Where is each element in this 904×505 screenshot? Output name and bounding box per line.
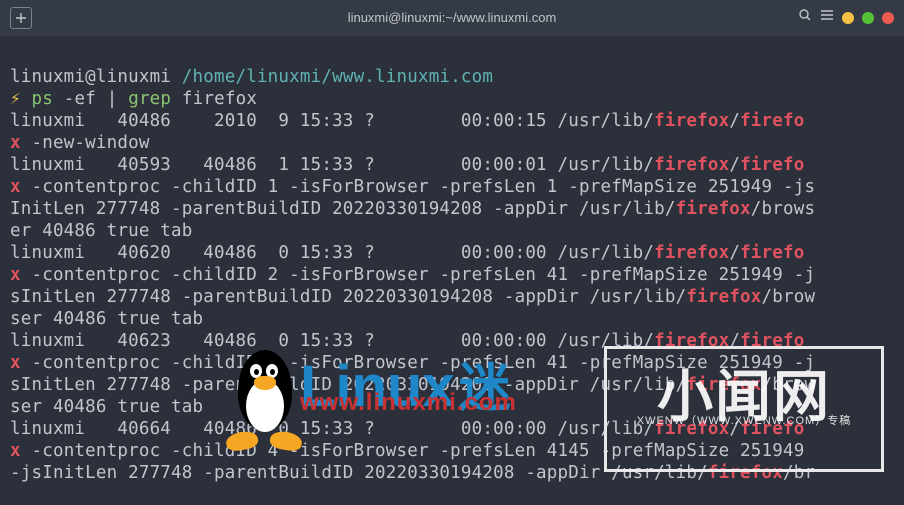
- match-firefox: firefox: [654, 243, 729, 263]
- output-line: linuxmi 40623 40486 0 15:33 ? 00:00:00 /…: [10, 331, 654, 351]
- match-x: x: [10, 177, 21, 197]
- match-firefox: firefo: [740, 331, 804, 351]
- match-firefox: firefox: [654, 419, 729, 439]
- output-line: ser 40486 true tab: [10, 397, 203, 417]
- output-line: -jsInitLen 277748 -parentBuildID 2022033…: [10, 463, 708, 483]
- match-x: x: [10, 353, 21, 373]
- output-line: -contentproc -childID 1 -isForBrowser -p…: [21, 177, 815, 197]
- output-line: -contentproc -childID 2 -isForBrowser -p…: [21, 265, 815, 285]
- match-firefox: firefox: [708, 463, 783, 483]
- output-line: sInitLen 277748 -parentBuildID 202203301…: [10, 287, 686, 307]
- output-line: -new-window: [21, 133, 150, 153]
- output-line: linuxmi 40620 40486 0 15:33 ? 00:00:00 /…: [10, 243, 654, 263]
- match-firefox: firefo: [740, 419, 804, 439]
- maximize-button[interactable]: [862, 12, 874, 24]
- output-line: linuxmi 40664 40486 0 15:33 ? 00:00:00 /…: [10, 419, 654, 439]
- output-line: linuxmi 40486 2010 9 15:33 ? 00:00:15 /u…: [10, 111, 654, 131]
- command-grep: grep: [128, 89, 171, 109]
- match-firefox: firefox: [686, 375, 761, 395]
- output-line: ser 40486 true tab: [10, 309, 203, 329]
- command-ps-args: -ef: [64, 89, 96, 109]
- prompt-cwd: /home/linuxmi/www.linuxmi.com: [182, 67, 493, 87]
- new-tab-button[interactable]: [10, 7, 32, 29]
- match-x: x: [10, 133, 21, 153]
- output-line: -contentproc -childID 4 -isForBrowser -p…: [21, 441, 805, 461]
- match-firefox: firefox: [654, 155, 729, 175]
- match-firefox: firefo: [740, 243, 804, 263]
- output-line: -contentproc -childID 3 -isForBrowser -p…: [21, 353, 815, 373]
- close-button[interactable]: [882, 12, 894, 24]
- match-firefox: firefox: [654, 111, 729, 131]
- terminal-output[interactable]: linuxmi@linuxmi /home/linuxmi/www.linuxm…: [0, 36, 904, 484]
- output-line: InitLen 277748 -parentBuildID 2022033019…: [10, 199, 676, 219]
- minimize-button[interactable]: [842, 12, 854, 24]
- pipe: |: [107, 89, 118, 109]
- match-firefox: firefox: [654, 331, 729, 351]
- match-x: x: [10, 441, 21, 461]
- match-x: x: [10, 265, 21, 285]
- window-title: linuxmi@linuxmi:~/www.linuxmi.com: [348, 7, 557, 29]
- match-firefox: firefo: [740, 111, 804, 131]
- output-line: er 40486 true tab: [10, 221, 193, 241]
- search-icon[interactable]: [798, 7, 812, 29]
- titlebar: linuxmi@linuxmi:~/www.linuxmi.com: [0, 0, 904, 36]
- prompt-user: linuxmi@linuxmi: [10, 67, 171, 87]
- match-firefox: firefo: [740, 155, 804, 175]
- prompt-symbol: ⚡: [10, 89, 21, 109]
- hamburger-menu-icon[interactable]: [820, 7, 834, 29]
- output-line: sInitLen 277748 -parentBuildID 202203301…: [10, 375, 686, 395]
- output-line: linuxmi 40593 40486 1 15:33 ? 00:00:01 /…: [10, 155, 654, 175]
- window-controls: [798, 7, 894, 29]
- command-ps: ps: [32, 89, 53, 109]
- command-grep-args: firefox: [182, 89, 257, 109]
- match-firefox: firefox: [676, 199, 751, 219]
- match-firefox: firefox: [686, 287, 761, 307]
